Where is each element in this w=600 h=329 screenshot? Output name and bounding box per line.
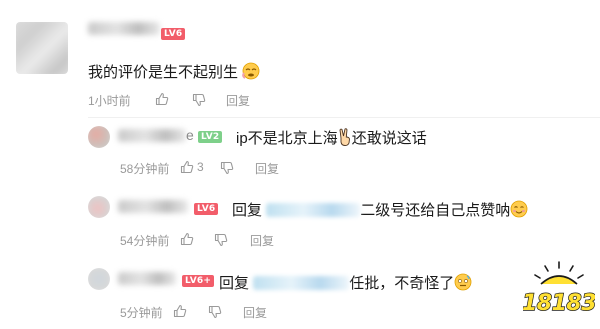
thumbs-up-icon[interactable] [180, 232, 194, 246]
reply-avatar[interactable] [88, 126, 110, 148]
thumbs-up-icon[interactable] [173, 304, 187, 318]
reply-button[interactable]: 回复 [243, 304, 267, 321]
reply-text: 回复 任批，不奇怪了 [219, 272, 472, 293]
reply-time: 54分钟前 [120, 234, 170, 248]
emoji-icon [510, 200, 528, 218]
reply-username[interactable] [118, 129, 186, 142]
level-badge: LV2 [198, 131, 223, 143]
reply-username-tail: e [186, 127, 194, 143]
reply-button[interactable]: 回复 [255, 160, 279, 177]
level-badge: LV6 [194, 203, 219, 215]
like-count: 3 [197, 160, 204, 174]
reply-time: 5分钟前 [120, 306, 163, 320]
watermark-logo: 18183 [523, 261, 595, 317]
emoji-icon [242, 62, 260, 80]
commenter-avatar[interactable] [16, 22, 68, 74]
mentioned-user[interactable] [253, 276, 350, 290]
comment-time: 1小时前 [88, 94, 131, 108]
reply-username[interactable] [118, 200, 188, 213]
thumbs-up-icon[interactable] [180, 160, 194, 174]
comment-meta: 1小时前 [88, 92, 131, 109]
thumbs-down-icon[interactable] [208, 305, 222, 319]
mentioned-user[interactable] [266, 203, 361, 217]
emoji-icon [454, 273, 472, 291]
thumbs-down-icon[interactable] [214, 233, 228, 247]
comment-text: 我的评价是生不起别生 [88, 61, 260, 82]
watermark-text: 18183 [523, 291, 595, 316]
commenter-name[interactable] [88, 22, 160, 35]
reply-text: ip不是北京上海 还敢说这话 [236, 128, 427, 147]
victory-hand-icon [339, 128, 350, 146]
reply-avatar[interactable] [88, 268, 110, 290]
thumbs-up-icon[interactable] [155, 92, 169, 106]
divider [88, 117, 600, 118]
thumbs-down-icon[interactable] [192, 93, 206, 107]
reply-username[interactable] [118, 272, 176, 285]
reply-button[interactable]: 回复 [250, 232, 274, 249]
thumbs-down-icon[interactable] [220, 161, 234, 175]
reply-button[interactable]: 回复 [226, 92, 250, 109]
level-badge: LV6 [161, 28, 186, 40]
reply-prefix: 回复 [219, 275, 250, 292]
reply-prefix: 回复 [232, 202, 263, 219]
reply-avatar[interactable] [88, 196, 110, 218]
reply-time: 58分钟前 [120, 162, 170, 176]
reply-text: 回复 二级号还给自己点赞呐 [232, 199, 528, 220]
level-badge: LV6+ [182, 275, 215, 287]
